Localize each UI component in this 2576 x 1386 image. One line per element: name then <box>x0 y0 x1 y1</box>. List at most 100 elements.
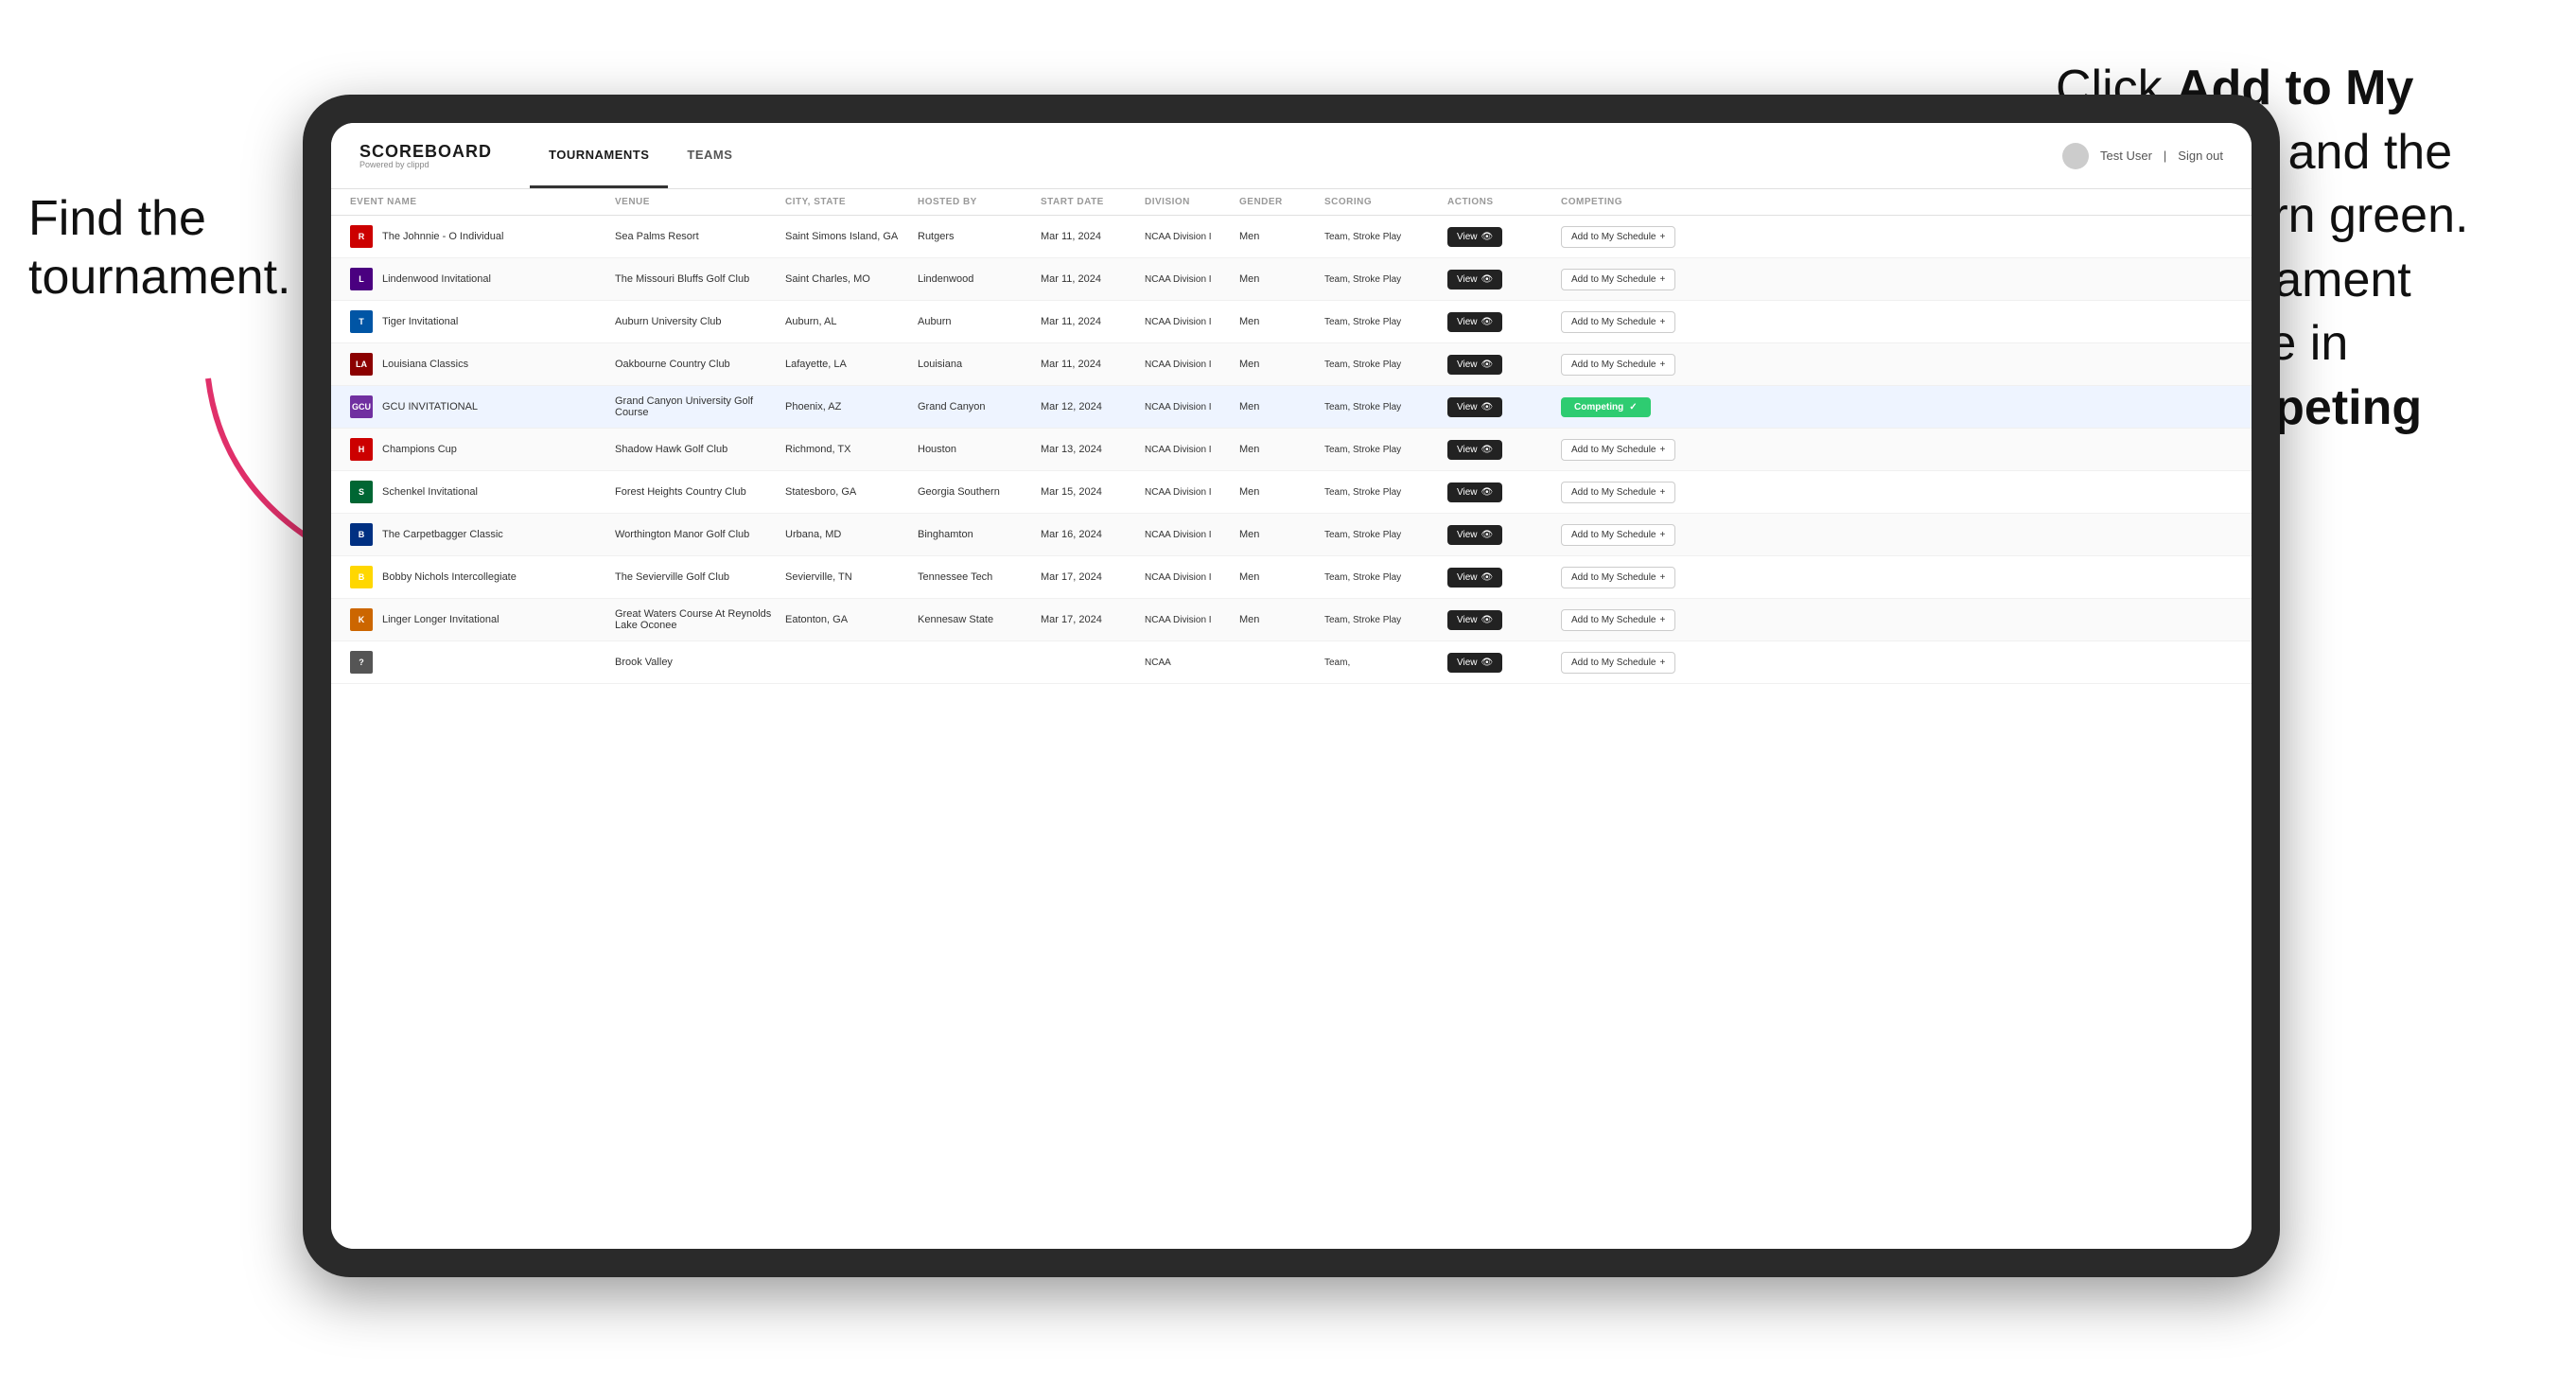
view-label: View <box>1457 445 1478 455</box>
table-container: EVENT NAME VENUE CITY, STATE HOSTED BY S… <box>331 189 2252 1249</box>
view-button[interactable]: View 👁 <box>1447 525 1502 545</box>
actions-cell: View 👁 <box>1447 568 1561 588</box>
separator: | <box>2164 149 2166 163</box>
view-button[interactable]: View 👁 <box>1447 568 1502 588</box>
venue-cell: Oakbourne Country Club <box>615 359 785 370</box>
add-label: Add to My Schedule <box>1571 445 1656 455</box>
competing-cell: Add to My Schedule + <box>1561 482 1731 503</box>
team-logo: K <box>350 608 373 631</box>
view-button[interactable]: View 👁 <box>1447 482 1502 502</box>
add-to-schedule-button[interactable]: Add to My Schedule + <box>1561 354 1675 376</box>
col-venue: VENUE <box>615 197 785 207</box>
venue-cell: The Sevierville Golf Club <box>615 571 785 583</box>
add-to-schedule-button[interactable]: Add to My Schedule + <box>1561 311 1675 333</box>
division-cell: NCAA Division I <box>1145 360 1239 370</box>
city-state-cell: Statesboro, GA <box>785 486 918 498</box>
signout-link[interactable]: Sign out <box>2178 149 2223 163</box>
view-button[interactable]: View 👁 <box>1447 397 1502 417</box>
col-gender: GENDER <box>1239 197 1324 207</box>
add-label: Add to My Schedule <box>1571 487 1656 498</box>
plus-icon: + <box>1660 232 1666 242</box>
eye-icon: 👁 <box>1481 530 1494 540</box>
view-button[interactable]: View 👁 <box>1447 270 1502 289</box>
add-to-schedule-button[interactable]: Add to My Schedule + <box>1561 567 1675 588</box>
add-to-schedule-button[interactable]: Add to My Schedule + <box>1561 269 1675 290</box>
event-name-cell: H Champions Cup <box>350 438 615 461</box>
venue-cell: Grand Canyon University Golf Course <box>615 395 785 418</box>
add-to-schedule-button[interactable]: Add to My Schedule + <box>1561 609 1675 631</box>
actions-cell: View 👁 <box>1447 270 1561 289</box>
add-to-schedule-button[interactable]: Add to My Schedule + <box>1561 652 1675 674</box>
scoring-cell: Team, Stroke Play <box>1324 317 1447 327</box>
table-row: B The Carpetbagger Classic Worthington M… <box>331 514 2252 556</box>
event-name-cell: T Tiger Invitational <box>350 310 615 333</box>
add-to-schedule-button[interactable]: Add to My Schedule + <box>1561 524 1675 546</box>
event-name-cell: L Lindenwood Invitational <box>350 268 615 290</box>
competing-button[interactable]: Competing ✓ <box>1561 397 1651 417</box>
add-to-schedule-button[interactable]: Add to My Schedule + <box>1561 226 1675 248</box>
view-button[interactable]: View 👁 <box>1447 312 1502 332</box>
competing-cell: Add to My Schedule + <box>1561 269 1731 290</box>
plus-icon: + <box>1660 274 1666 285</box>
header-right: Test User | Sign out <box>2062 143 2223 169</box>
table-row: K Linger Longer Invitational Great Water… <box>331 599 2252 641</box>
hosted-by-cell: Auburn <box>918 316 1041 327</box>
team-logo: H <box>350 438 373 461</box>
view-button[interactable]: View 👁 <box>1447 440 1502 460</box>
scoring-cell: Team, Stroke Play <box>1324 572 1447 583</box>
view-button[interactable]: View 👁 <box>1447 653 1502 673</box>
competing-cell: Add to My Schedule + <box>1561 609 1731 631</box>
venue-cell: Shadow Hawk Golf Club <box>615 444 785 455</box>
event-name-text: Linger Longer Invitational <box>382 614 499 625</box>
eye-icon: 👁 <box>1481 274 1494 285</box>
team-logo: ? <box>350 651 373 674</box>
user-avatar <box>2062 143 2089 169</box>
view-button[interactable]: View 👁 <box>1447 610 1502 630</box>
event-name-cell: K Linger Longer Invitational <box>350 608 615 631</box>
city-state-cell: Saint Charles, MO <box>785 273 918 285</box>
table-row: L Lindenwood Invitational The Missouri B… <box>331 258 2252 301</box>
competing-cell: Add to My Schedule + <box>1561 354 1731 376</box>
table-row: T Tiger Invitational Auburn University C… <box>331 301 2252 343</box>
logo-text: SCOREBOARD <box>359 142 492 162</box>
start-date-cell: Mar 17, 2024 <box>1041 571 1145 583</box>
tab-tournaments[interactable]: TOURNAMENTS <box>530 123 668 188</box>
tab-teams[interactable]: TEAMS <box>668 123 751 188</box>
gender-cell: Men <box>1239 529 1324 540</box>
app-header: SCOREBOARD Powered by clippd TOURNAMENTS… <box>331 123 2252 189</box>
view-button[interactable]: View 👁 <box>1447 227 1502 247</box>
table-header-row: EVENT NAME VENUE CITY, STATE HOSTED BY S… <box>331 189 2252 216</box>
competing-cell: Competing ✓ <box>1561 397 1731 417</box>
team-logo: L <box>350 268 373 290</box>
actions-cell: View 👁 <box>1447 397 1561 417</box>
view-label: View <box>1457 402 1478 412</box>
venue-cell: Worthington Manor Golf Club <box>615 529 785 540</box>
gender-cell: Men <box>1239 614 1324 625</box>
table-row: ? Brook Valley NCAA Team, View 👁 Add to … <box>331 641 2252 684</box>
table-body: R The Johnnie - O Individual Sea Palms R… <box>331 216 2252 684</box>
hosted-by-cell: Grand Canyon <box>918 401 1041 412</box>
plus-icon: + <box>1660 317 1666 327</box>
add-to-schedule-button[interactable]: Add to My Schedule + <box>1561 482 1675 503</box>
tablet-frame: SCOREBOARD Powered by clippd TOURNAMENTS… <box>303 95 2280 1277</box>
scoring-cell: Team, <box>1324 658 1447 668</box>
division-cell: NCAA Division I <box>1145 572 1239 583</box>
competing-cell: Add to My Schedule + <box>1561 524 1731 546</box>
eye-icon: 👁 <box>1481 487 1494 498</box>
col-event-name: EVENT NAME <box>350 197 615 207</box>
plus-icon: + <box>1660 658 1666 668</box>
add-to-schedule-button[interactable]: Add to My Schedule + <box>1561 439 1675 461</box>
event-name-text: Lindenwood Invitational <box>382 273 491 285</box>
competing-cell: Add to My Schedule + <box>1561 567 1731 588</box>
gender-cell: Men <box>1239 273 1324 285</box>
venue-cell: The Missouri Bluffs Golf Club <box>615 273 785 285</box>
hosted-by-cell: Binghamton <box>918 529 1041 540</box>
hosted-by-cell: Rutgers <box>918 231 1041 242</box>
scoring-cell: Team, Stroke Play <box>1324 360 1447 370</box>
table-row: LA Louisiana Classics Oakbourne Country … <box>331 343 2252 386</box>
table-row: S Schenkel Invitational Forest Heights C… <box>331 471 2252 514</box>
view-button[interactable]: View 👁 <box>1447 355 1502 375</box>
city-state-cell: Phoenix, AZ <box>785 401 918 412</box>
view-label: View <box>1457 360 1478 370</box>
event-name-cell: GCU GCU INVITATIONAL <box>350 395 615 418</box>
